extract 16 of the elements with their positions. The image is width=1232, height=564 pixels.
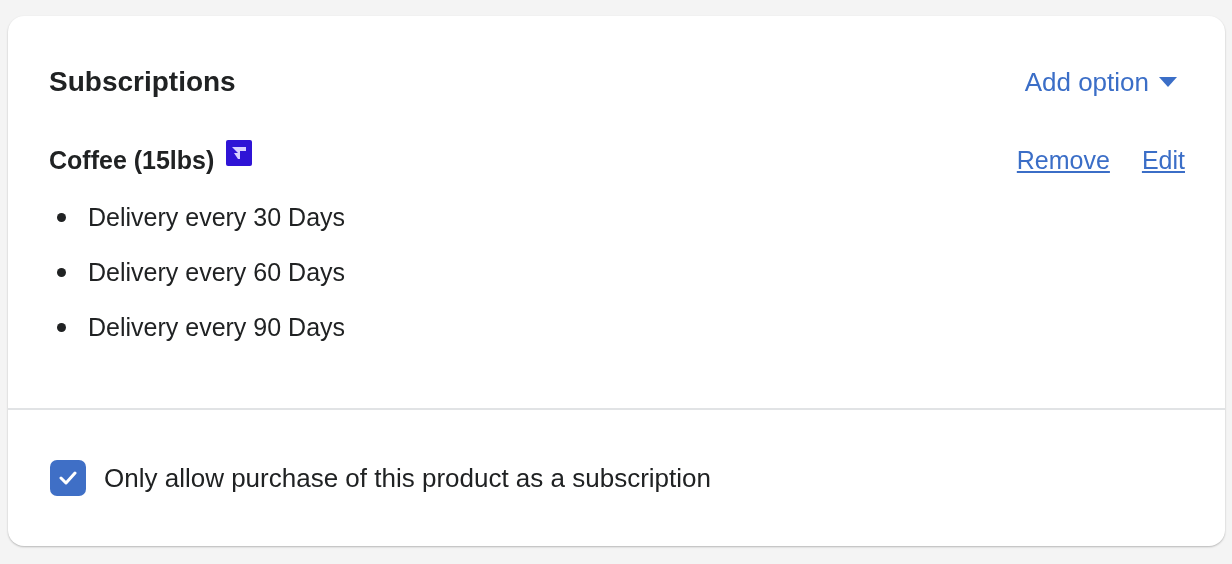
delivery-option: Delivery every 60 Days: [88, 258, 346, 287]
remove-link[interactable]: Remove: [1016, 146, 1110, 175]
delivery-option: Delivery every 30 Days: [88, 203, 346, 232]
bullet-icon: [57, 213, 66, 222]
caret-icon: [1159, 77, 1177, 87]
edit-link[interactable]: Edit: [1141, 146, 1185, 175]
delivery-option: Delivery every 90 Days: [88, 313, 346, 342]
check-icon: [59, 471, 77, 485]
product-name: Coffee (15lbs): [49, 146, 215, 175]
card-title: Subscriptions: [49, 66, 236, 98]
add-option-button[interactable]: Add option: [1024, 66, 1177, 98]
bullet-icon: [57, 323, 66, 332]
checkbox-label: Only allow purchase of this product as a subscription: [104, 462, 711, 494]
app-logo-icon: [226, 139, 253, 166]
checkbox[interactable]: [50, 460, 86, 496]
bullet-icon: [57, 268, 66, 277]
